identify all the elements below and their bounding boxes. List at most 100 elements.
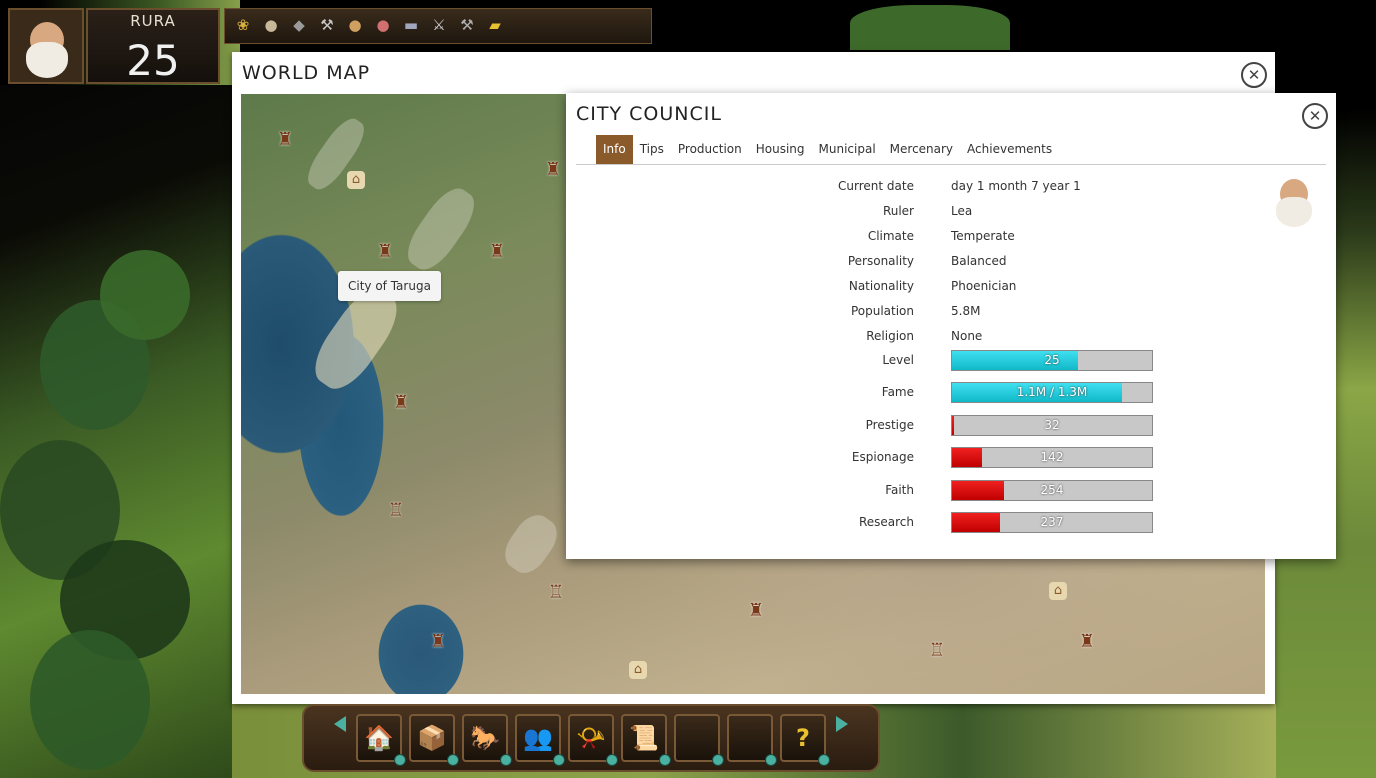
hammer-icon[interactable]: ⚒ <box>457 15 477 35</box>
village-marker-icon[interactable]: ⌂ <box>629 661 647 679</box>
tab-mercenary[interactable]: Mercenary <box>883 135 960 164</box>
city-marker-icon[interactable]: ♜ <box>744 599 768 623</box>
status-dot <box>765 754 777 766</box>
info-value: day 1 month 7 year 1 <box>951 179 1081 193</box>
trade-button[interactable]: 🐎 <box>462 714 512 766</box>
stat-progress-bar: 142 <box>951 447 1153 468</box>
flour-icon[interactable]: ● <box>261 15 281 35</box>
world-map-title: WORLD MAP <box>242 62 371 84</box>
info-label: Population <box>850 304 914 318</box>
cloth-icon[interactable]: ▬ <box>401 15 421 35</box>
info-value: None <box>951 329 983 343</box>
village-marker-icon[interactable]: ⌂ <box>1049 582 1067 600</box>
stat-progress-text: 142 <box>1040 450 1064 464</box>
city-council-window: CITY COUNCIL ✕ Info Tips Production Hous… <box>566 93 1336 559</box>
fortress-marker-icon[interactable]: ♖ <box>384 499 408 523</box>
help-button[interactable]: ? <box>780 714 830 766</box>
village-marker-icon[interactable]: ⌂ <box>347 171 365 189</box>
stat-label: Faith <box>885 483 914 497</box>
info-label: Personality <box>847 254 914 268</box>
status-dot <box>394 754 406 766</box>
stat-progress-text: 254 <box>1040 483 1064 497</box>
tree <box>30 630 150 770</box>
info-label: Nationality <box>848 279 914 293</box>
stat-progress-bar: 25 <box>951 350 1153 371</box>
tab-divider <box>576 164 1326 165</box>
city-marker-icon[interactable]: ♜ <box>426 630 450 654</box>
scrolls-button[interactable]: 📜 <box>621 714 671 766</box>
tools-icon[interactable]: ⚒ <box>317 15 337 35</box>
council-icon: 👥 <box>523 724 553 752</box>
status-dot <box>818 754 830 766</box>
stat-progress-bar: 1.1M / 1.3M <box>951 382 1153 403</box>
council-ruler-portrait <box>1268 175 1320 229</box>
stat-label: Research <box>858 515 914 529</box>
info-label: Climate <box>867 229 914 243</box>
city-marker-icon[interactable]: ♜ <box>485 240 509 264</box>
trade-icon: 🐎 <box>470 724 500 752</box>
military-button[interactable]: 📯 <box>568 714 618 766</box>
resource-bar: ❀ ● ◆ ⚒ ● ● ▬ ⚔ ⚒ ▰ <box>224 8 652 44</box>
military-icon: 📯 <box>576 724 606 752</box>
tab-production[interactable]: Production <box>671 135 749 164</box>
tab-municipal[interactable]: Municipal <box>812 135 883 164</box>
help-icon: ? <box>796 724 810 752</box>
empty-slot-1-button[interactable] <box>674 714 724 766</box>
map-ridge <box>497 507 565 581</box>
meat-icon[interactable]: ● <box>373 15 393 35</box>
tree <box>850 5 1010 50</box>
weapons-icon[interactable]: ⚔ <box>429 15 449 35</box>
toolbar-scroll-right-icon[interactable] <box>836 716 848 732</box>
empty-slot-2-button[interactable] <box>727 714 777 766</box>
stat-progress-text: 32 <box>1044 418 1060 432</box>
scrolls-icon: 📜 <box>629 724 659 752</box>
toolbar-scroll-left-icon[interactable] <box>334 716 346 732</box>
stat-label: Prestige <box>865 418 914 432</box>
storage-icon: 📦 <box>417 724 447 752</box>
city-marker-icon[interactable]: ♜ <box>273 128 297 152</box>
tab-tips[interactable]: Tips <box>633 135 671 164</box>
bread-icon[interactable]: ● <box>345 15 365 35</box>
city-marker-icon[interactable]: ♜ <box>541 158 565 182</box>
gold-icon[interactable]: ▰ <box>485 15 505 35</box>
player-level-box: RURA 25 <box>86 8 220 85</box>
tab-housing[interactable]: Housing <box>749 135 812 164</box>
stat-progress-text: 1.1M / 1.3M <box>1016 385 1088 399</box>
fortress-marker-icon[interactable]: ♖ <box>925 639 949 663</box>
fortress-marker-icon[interactable]: ♖ <box>544 581 568 605</box>
stat-progress-text: 237 <box>1040 515 1064 529</box>
city-council-close-button[interactable]: ✕ <box>1302 103 1328 129</box>
ruler-beard <box>1276 197 1312 227</box>
player-level: 25 <box>126 36 180 85</box>
tree <box>100 250 190 340</box>
storage-button[interactable]: 📦 <box>409 714 459 766</box>
council-button[interactable]: 👥 <box>515 714 565 766</box>
ruler-portrait[interactable] <box>8 8 84 84</box>
info-value: 5.8M <box>951 304 981 318</box>
tab-info[interactable]: Info <box>596 135 633 164</box>
stat-progress-text: 25 <box>1044 353 1060 367</box>
info-label: Current date <box>838 179 914 193</box>
world-map-close-button[interactable]: ✕ <box>1241 62 1267 88</box>
status-dot <box>712 754 724 766</box>
info-value: Temperate <box>951 229 1015 243</box>
tab-achievements[interactable]: Achievements <box>960 135 1059 164</box>
info-value: Balanced <box>951 254 1007 268</box>
grain-icon[interactable]: ❀ <box>233 15 253 35</box>
info-value: Lea <box>951 204 973 218</box>
city-marker-icon[interactable]: ♜ <box>389 391 413 415</box>
city-button[interactable]: 🏠 <box>356 714 406 766</box>
stat-label: Fame <box>881 385 914 399</box>
stat-label: Espionage <box>851 450 914 464</box>
status-dot <box>659 754 671 766</box>
city-marker-icon[interactable]: ♜ <box>373 240 397 264</box>
city-tooltip: City of Taruga <box>338 271 441 301</box>
info-label: Ruler <box>882 204 914 218</box>
ruler-beard <box>26 42 68 78</box>
player-name: RURA <box>130 12 176 30</box>
city-icon: 🏠 <box>364 724 394 752</box>
city-marker-icon[interactable]: ♜ <box>1075 630 1099 654</box>
stone-icon[interactable]: ◆ <box>289 15 309 35</box>
city-council-title: CITY COUNCIL <box>576 103 722 125</box>
map-ridge <box>398 180 484 278</box>
